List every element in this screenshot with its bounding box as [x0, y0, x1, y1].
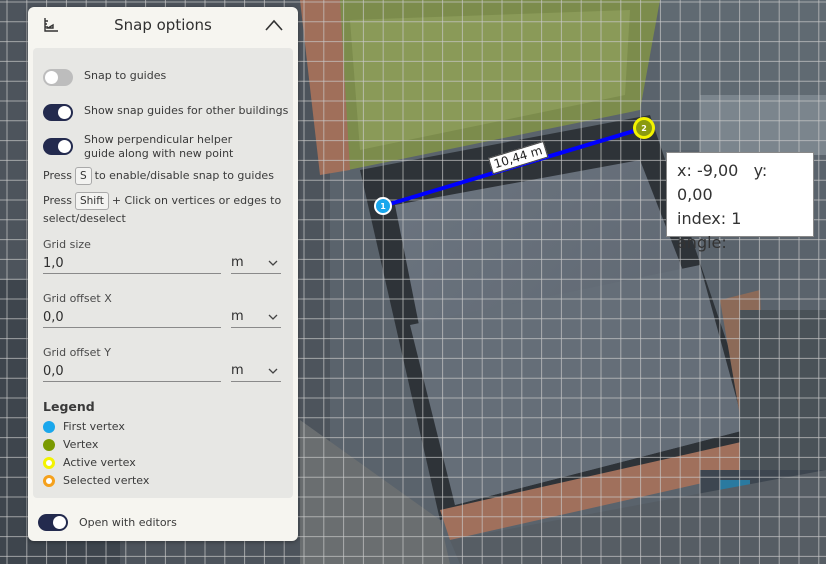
chevron-down-icon — [268, 260, 278, 266]
coord-xy-row: x: -9,00 y: 0,00 — [677, 159, 803, 207]
open-with-editors-toggle[interactable] — [38, 514, 68, 531]
offset-y-unit-select[interactable]: m — [231, 362, 281, 382]
first-vertex-swatch — [43, 420, 55, 433]
offset-y-input[interactable] — [43, 362, 221, 382]
legend-label: First vertex — [63, 420, 125, 433]
offset-y-label: Grid offset Y — [43, 346, 111, 359]
chevron-down-icon — [268, 368, 278, 374]
legend-label: Vertex — [63, 438, 99, 451]
vertex-1-label: 1 — [380, 201, 386, 211]
vertex-index-value: index: 1 — [677, 209, 742, 228]
panel-body: Snap to guides Show snap guides for othe… — [33, 48, 293, 498]
vertex-swatch — [43, 438, 55, 451]
vertex-2-label: 2 — [641, 123, 647, 133]
offset-x-input[interactable] — [43, 308, 221, 328]
grid-size-unit: m — [231, 255, 244, 270]
show-snap-guides-toggle[interactable] — [43, 104, 73, 121]
snap-key-hint: Press Sto enable/disable snap to guides — [43, 167, 283, 185]
selected-vertex-swatch — [43, 474, 55, 487]
hint-text: Press — [43, 194, 72, 207]
open-with-editors-label: Open with editors — [79, 515, 177, 529]
shift-key-hint: Press Shift + Click on vertices or edges t… — [43, 192, 283, 228]
show-snap-guides-row: Show snap guides for other buildings — [43, 104, 288, 121]
perpendicular-guide-label: Show perpendicular helper guide along wi… — [84, 133, 234, 160]
perpendicular-guide-row: Show perpendicular helper guide along wi… — [43, 133, 264, 161]
active-vertex-swatch — [43, 456, 55, 469]
panel-title: Snap options — [114, 16, 212, 34]
snap-to-guides-label: Snap to guides — [84, 69, 167, 82]
coord-x-value: x: -9,00 — [677, 161, 739, 180]
grid-size-unit-select[interactable]: m — [231, 254, 281, 274]
hint-text: to enable/disable snap to guides — [94, 169, 274, 182]
open-with-editors-row: Open with editors — [38, 514, 177, 531]
legend-label: Selected vertex — [63, 474, 150, 487]
legend-first-vertex: First vertex — [43, 420, 125, 433]
grid-size-label: Grid size — [43, 238, 91, 251]
chevron-down-icon — [268, 314, 278, 320]
hint-text: Press — [43, 169, 72, 182]
chevron-up-icon[interactable] — [262, 15, 286, 35]
show-snap-guides-label: Show snap guides for other buildings — [84, 104, 289, 117]
offset-x-label: Grid offset X — [43, 292, 112, 305]
angle-value: angle: — [677, 233, 727, 252]
snap-options-panel: Snap options Snap to guides Show snap gu… — [28, 7, 298, 541]
offset-x-unit-select[interactable]: m — [231, 308, 281, 328]
coordinate-tooltip: x: -9,00 y: 0,00 index: 1 angle: — [666, 152, 814, 252]
first-vertex-marker[interactable]: 1 — [374, 197, 392, 215]
legend-title: Legend — [43, 399, 95, 414]
grid-size-input[interactable] — [43, 254, 221, 274]
snap-to-guides-toggle[interactable] — [43, 69, 73, 86]
legend-active-vertex: Active vertex — [43, 456, 136, 469]
offset-y-unit: m — [231, 363, 244, 378]
legend-vertex: Vertex — [43, 438, 98, 451]
panel-header: Snap options — [28, 7, 298, 45]
legend-label: Active vertex — [63, 456, 136, 469]
s-key-badge: S — [74, 167, 92, 185]
offset-x-unit: m — [231, 309, 244, 324]
legend-selected-vertex: Selected vertex — [43, 474, 149, 487]
active-vertex-marker[interactable]: 2 — [633, 117, 655, 139]
snap-to-guides-row: Snap to guides — [43, 69, 166, 86]
perpendicular-guide-toggle[interactable] — [43, 138, 73, 155]
shift-key-badge: Shift — [74, 192, 109, 210]
